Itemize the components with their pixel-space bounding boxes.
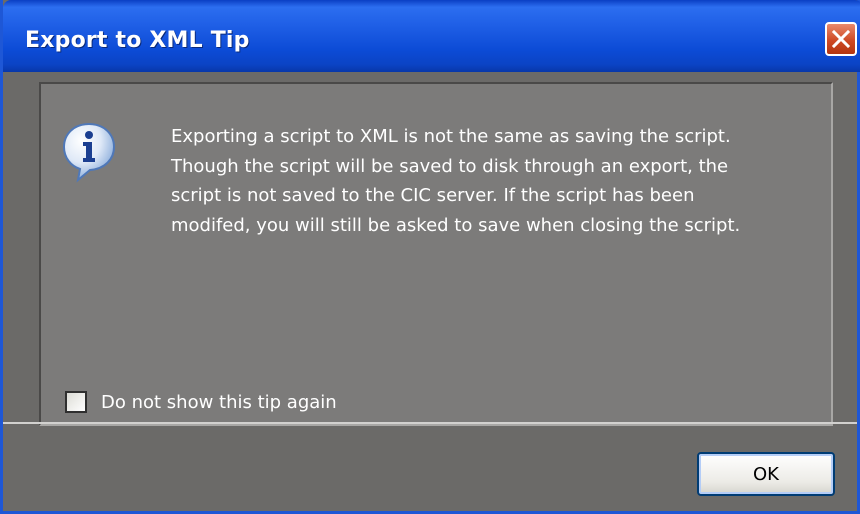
dont-show-again-label[interactable]: Do not show this tip again	[101, 392, 337, 413]
info-icon	[62, 122, 116, 183]
dont-show-again-checkbox[interactable]	[65, 391, 87, 413]
title-bar[interactable]: Export to XML Tip	[3, 0, 860, 72]
message-line: Though the script will be saved to disk …	[171, 155, 729, 177]
divider	[3, 422, 857, 424]
dialog-body: Exporting a script to XML is not the sam…	[3, 72, 857, 511]
window-title: Export to XML Tip	[25, 28, 250, 53]
dialog-window: Export to XML Tip Exporting a script to …	[0, 0, 860, 514]
close-icon	[831, 29, 851, 49]
ok-button[interactable]: OK	[697, 452, 835, 496]
message-line: script is not saved to the CIC server. I…	[171, 185, 695, 206]
dont-show-again-row[interactable]: Do not show this tip again	[65, 389, 337, 415]
close-button[interactable]	[825, 22, 857, 56]
tip-message: Exporting a script to XML is not the sam…	[171, 122, 811, 240]
tip-panel: Exporting a script to XML is not the sam…	[39, 82, 833, 426]
message-line: Exporting a script to XML is not the sam…	[171, 126, 731, 147]
message-line: modifed, you will still be asked to save…	[171, 214, 741, 236]
